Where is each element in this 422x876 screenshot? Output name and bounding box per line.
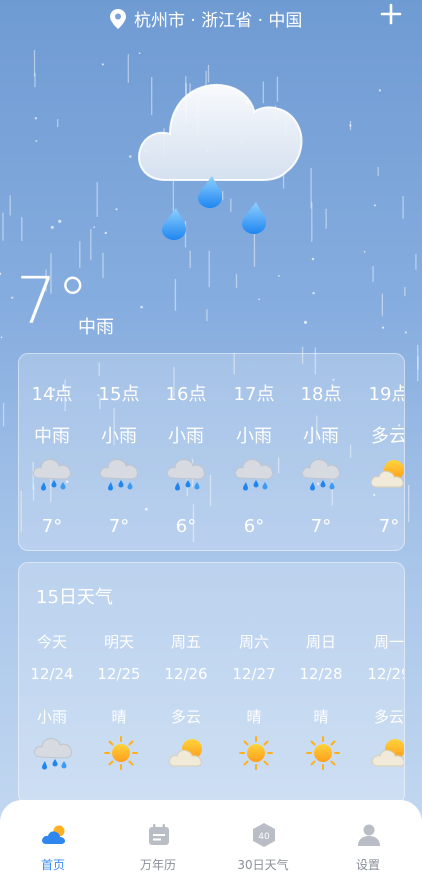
bottom-nav: 首页 万年历 40 30日天气 设置 [0,800,422,876]
rain-cloud-icon [33,735,75,771]
daily-forecast-card[interactable]: 15日天气 今天 12/24 小雨 明天 12/25 晴 周五 12/26 多云… [18,562,405,804]
rain-cloud-icon [99,456,141,492]
hourly-forecast-card[interactable]: 14点 中雨 7° 15点 小雨 7° 16点 小雨 6° 17点 小雨 6° … [18,353,405,551]
day-name: 今天 [36,633,67,651]
day-condition: 晴 [111,708,127,726]
rain-dot [311,257,315,261]
rain-dot [378,89,382,92]
rain-dot [101,63,104,66]
hour-condition: 多云 [371,426,405,447]
rain-dot [138,52,141,55]
rain-dot [381,326,385,329]
day-condition: 多云 [373,708,404,726]
day-name: 周六 [238,633,269,651]
rain-dot [34,117,38,120]
hour-temp: 7° [310,516,332,537]
rain-dot [373,204,376,207]
sun-icon [235,735,277,771]
partly-cloudy-icon [167,735,209,771]
hour-condition: 中雨 [34,426,70,447]
hour-condition: 小雨 [236,426,272,447]
day-date: 12/26 [164,665,208,683]
rain-cloud-icon [301,456,343,492]
forecast-badge-text: 40 [258,832,270,842]
rain-dot [278,274,280,277]
hour-condition: 小雨 [168,426,204,447]
rain-cloud-icon [166,456,208,492]
rain-dot [115,208,118,211]
rain-dot [363,250,366,253]
rain-dot [312,291,315,295]
person-icon [358,824,380,846]
day-condition: 晴 [246,708,262,726]
add-city-button[interactable] [380,3,402,30]
hour-time: 19点 [368,384,404,405]
location[interactable]: 杭州市 · 浙江省 · 中国 [110,6,302,31]
day-name: 周一 [373,633,404,651]
hour-time: 17点 [233,384,275,405]
sun-icon [302,735,344,771]
hour-time: 16点 [165,384,207,405]
forecast-30-icon: 40 [253,823,275,847]
day-condition: 晴 [313,708,329,726]
rain-dot [104,231,107,235]
home-weather-icon [42,825,65,844]
rain-dot [0,272,2,276]
rain-dot [349,124,352,127]
rain-dot [35,140,38,142]
hour-condition: 小雨 [101,426,137,447]
rain-dot [140,305,143,309]
partly-cloudy-icon [369,456,405,492]
rain-dot [258,298,261,301]
day-date: 12/29 [367,665,404,683]
hour-temp: 7° [41,516,63,537]
hour-temp: 6° [243,516,265,537]
hour-time: 14点 [31,384,73,405]
location-pin-icon [110,8,126,29]
current-condition: 中雨 [78,317,114,338]
sun-icon [100,735,142,771]
rain-cloud-icon [234,456,276,492]
nav-item-calendar[interactable]: 万年历 [113,800,203,876]
nav-label: 设置 [355,858,380,872]
rain-dot [11,296,14,299]
rain-dot [303,320,308,324]
hour-temp: 7° [378,516,400,537]
day-name: 周五 [170,633,201,651]
rain-dot [50,225,54,229]
rain-cloud-icon [32,456,74,492]
nav-item-settings[interactable]: 设置 [323,800,413,876]
rain-dot [0,336,3,339]
day-condition: 多云 [170,708,201,726]
location-text: 杭州市 · 浙江省 · 中国 [134,11,303,31]
rain-dot [129,155,132,158]
partly-cloudy-icon [370,735,405,771]
nav-label: 万年历 [139,858,176,872]
nav-label: 30日天气 [237,858,289,872]
nav-label: 首页 [40,858,65,872]
day-date: 12/27 [232,665,276,683]
hero-rain-cloud-icon [138,83,303,240]
rain-dot [404,331,407,334]
day-name: 明天 [103,633,134,651]
hour-condition: 小雨 [303,426,339,447]
daily-title: 15日天气 [36,587,113,608]
rain-dot [93,226,96,229]
day-date: 12/25 [97,665,141,683]
nav-item-home[interactable]: 首页 [8,800,98,876]
hour-temp: 7° [108,516,130,537]
rain-dot [58,219,62,223]
nav-item-30day[interactable]: 40 30日天气 [218,800,308,876]
day-name: 周日 [305,633,336,651]
hour-time: 18点 [300,384,342,405]
day-condition: 小雨 [36,708,67,726]
top-bar: 杭州市 · 浙江省 · 中国 [0,3,422,32]
calendar-icon [149,824,169,845]
hour-time: 15点 [98,384,140,405]
day-date: 12/24 [30,665,74,683]
plus-icon [380,3,402,25]
day-date: 12/28 [299,665,343,683]
hour-temp: 6° [175,516,197,537]
